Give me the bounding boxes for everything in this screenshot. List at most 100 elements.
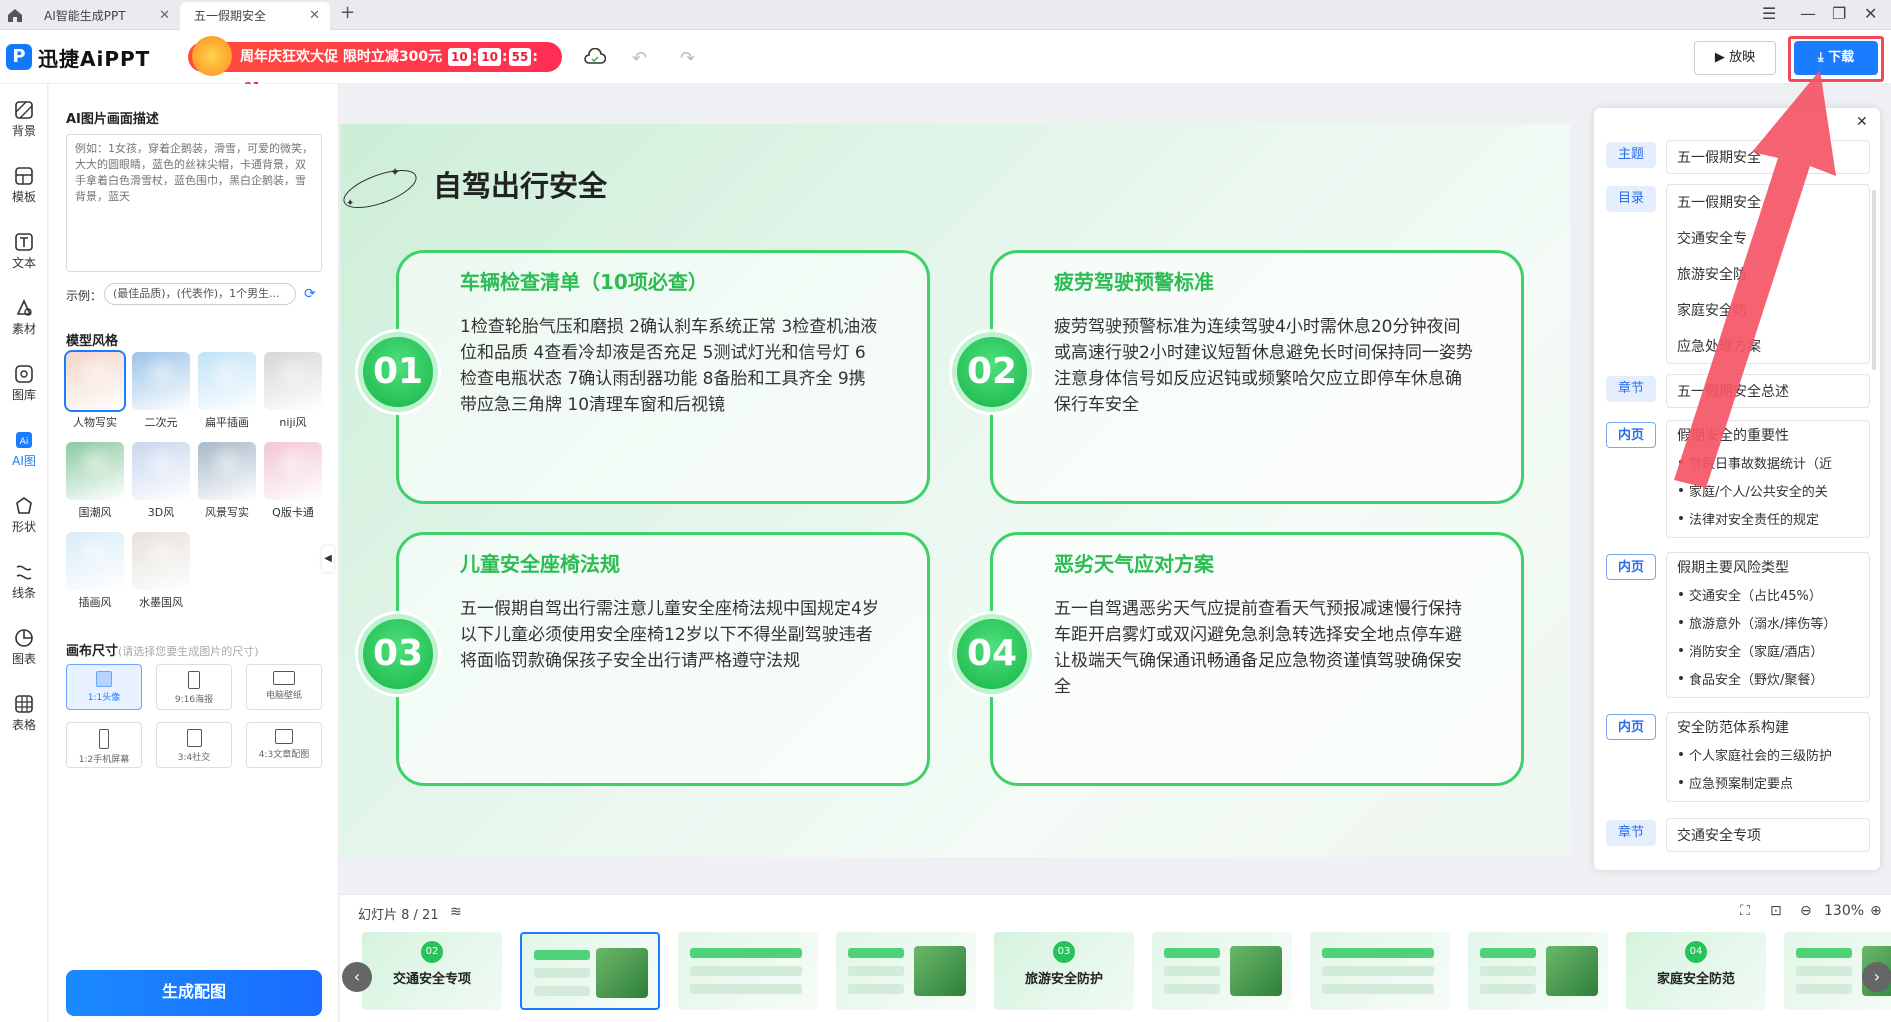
menu-icon[interactable]: ☰ [1762, 4, 1776, 23]
slide-thumbnail[interactable]: 04 家庭安全防范 [1626, 932, 1766, 1010]
slide-thumbnail[interactable] [1468, 932, 1608, 1010]
slide-thumbnail[interactable] [1152, 932, 1292, 1010]
undo-icon[interactable]: ↶ [632, 48, 647, 69]
style-thumb[interactable] [198, 352, 256, 410]
slide-thumbnail[interactable] [678, 932, 818, 1010]
outline-title[interactable]: 安全防范体系构建 [1667, 713, 1869, 743]
outline-scrollbar[interactable] [1872, 190, 1876, 370]
outline-bullet[interactable]: 法律对安全责任的规定 [1667, 507, 1869, 535]
download-button[interactable]: ⤓ 下载 [1794, 41, 1878, 75]
rail-background[interactable]: 背景 [0, 100, 48, 139]
card-body-text[interactable]: 1检查轮胎气压和磨损 2确认刹车系统正常 3检查机油液位和品质 4查看冷却液是否… [460, 314, 880, 418]
outline-entry[interactable]: 交通安全专项 [1666, 818, 1870, 852]
style-thumb[interactable] [198, 442, 256, 500]
close-icon[interactable]: ✕ [309, 2, 320, 30]
home-icon[interactable] [6, 6, 24, 24]
outline-title[interactable]: 假期主要风险类型 [1667, 553, 1869, 583]
slide-thumbnail[interactable] [836, 932, 976, 1010]
slide-thumbnail[interactable] [1310, 932, 1450, 1010]
card-title[interactable]: 恶劣天气应对方案 [1054, 548, 1214, 577]
outline-title[interactable]: 假期安全的重要性 [1667, 421, 1869, 451]
close-icon[interactable]: ✕ [159, 2, 170, 30]
style-thumb[interactable] [264, 442, 322, 500]
outline-bullet[interactable]: 个人家庭社会的三级防护 [1667, 743, 1869, 771]
tab-current-document[interactable]: 五一假期安全 ✕ [180, 2, 330, 30]
outline-toc-item[interactable]: 旅游安全防 [1667, 257, 1869, 293]
outline-entry[interactable]: 安全防范体系构建 个人家庭社会的三级防护 应急预案制定要点 [1666, 712, 1870, 802]
style-thumb[interactable] [264, 352, 322, 410]
rail-shape[interactable]: 形状 [0, 496, 48, 535]
size-option[interactable]: 4:3文章配图 [246, 722, 322, 768]
size-option[interactable]: 电脑壁纸 [246, 664, 322, 710]
collapse-panel-icon[interactable]: ◀ [322, 546, 334, 572]
cloud-sync-icon[interactable] [584, 48, 606, 66]
outline-toc-item[interactable]: 五一假期安全 [1667, 185, 1869, 221]
outline-bullet[interactable]: 应急预案制定要点 [1667, 771, 1869, 799]
tab-ai-ppt[interactable]: AI智能生成PPT ✕ [30, 2, 180, 30]
new-tab-icon[interactable]: + [340, 2, 355, 23]
refresh-icon[interactable]: ⟳ [304, 286, 316, 302]
style-thumb[interactable] [132, 532, 190, 590]
style-thumb[interactable] [66, 442, 124, 500]
size-option[interactable]: 1:1头像 [66, 664, 142, 710]
card-title[interactable]: 儿童安全座椅法规 [460, 548, 620, 577]
promo-banner[interactable]: 周年庆狂欢大促 限时立减300元 10:10:55:91 [188, 42, 562, 96]
slide-thumbnail[interactable] [520, 932, 660, 1010]
outline-entry[interactable]: 五一假期安全 [1666, 140, 1870, 174]
zoom-out-icon[interactable]: ⊖ [1800, 903, 1812, 919]
layers-icon[interactable]: ≋ [450, 904, 462, 920]
card-title[interactable]: 车辆检查清单（10项必查） [460, 266, 708, 295]
rail-line[interactable]: 线条 [0, 562, 48, 601]
style-thumb[interactable] [66, 532, 124, 590]
style-thumb[interactable] [132, 442, 190, 500]
rail-template[interactable]: 模板 [0, 166, 48, 205]
slide-title[interactable]: 自驾出行安全 [433, 163, 607, 205]
card-title[interactable]: 疲劳驾驶预警标准 [1054, 266, 1214, 295]
size-option[interactable]: 3:4社交 [156, 722, 232, 768]
next-slides-icon[interactable]: › [1862, 962, 1891, 992]
rail-gallery[interactable]: 图库 [0, 364, 48, 403]
window-close-icon[interactable]: ✕ [1864, 4, 1877, 23]
outline-bullet[interactable]: 家庭/个人/公共安全的关 [1667, 479, 1869, 507]
outline-title[interactable]: 五一假期安全总述 [1667, 375, 1869, 407]
outline-bullet[interactable]: 交通安全（占比45%） [1667, 583, 1869, 611]
size-option[interactable]: 9:16海报 [156, 664, 232, 710]
size-option[interactable]: 1:2手机屏幕 [66, 722, 142, 768]
outline-bullet[interactable]: 节假日事故数据统计（近 [1667, 451, 1869, 479]
rail-material[interactable]: 素材 [0, 298, 48, 337]
play-button[interactable]: ▶ 放映 [1694, 41, 1776, 75]
minimize-icon[interactable]: — [1800, 4, 1816, 23]
outline-entry[interactable]: 假期安全的重要性 节假日事故数据统计（近 家庭/个人/公共安全的关 法律对安全责任的规… [1666, 420, 1870, 538]
outline-entry[interactable]: 五一假期安全总述 [1666, 374, 1870, 408]
rail-text[interactable]: 文本 [0, 232, 48, 271]
fit-icon[interactable]: ⛶ [1740, 903, 1750, 919]
rail-chart[interactable]: 图表 [0, 628, 48, 667]
screenshot-icon[interactable]: ⊡ [1770, 903, 1782, 919]
outline-title[interactable]: 五一假期安全 [1667, 141, 1869, 173]
outline-toc-item[interactable]: 应急处理方案 [1667, 329, 1869, 363]
card-body-text[interactable]: 疲劳驾驶预警标准为连续驾驶4小时需休息20分钟夜间或高速行驶2小时建议短暂休息避… [1054, 314, 1474, 418]
close-icon[interactable]: ✕ [1856, 114, 1868, 130]
example-chip[interactable]: (最佳品质)，(代表作)，1个男生... [104, 283, 296, 305]
slide-thumbnail[interactable]: 03 旅游安全防护 [994, 932, 1134, 1010]
generate-image-button[interactable]: 生成配图 [66, 970, 322, 1016]
image-description-input[interactable] [66, 134, 322, 272]
restore-icon[interactable]: ❐ [1832, 4, 1846, 23]
outline-bullet[interactable]: 食品安全（野炊/聚餐） [1667, 667, 1869, 695]
slide-thumbnail[interactable]: 02 交通安全专项 [362, 932, 502, 1010]
outline-bullet[interactable]: 旅游意外（溺水/摔伤等） [1667, 611, 1869, 639]
prev-slides-icon[interactable]: ‹ [342, 962, 372, 992]
outline-bullet[interactable]: 消防安全（家庭/酒店） [1667, 639, 1869, 667]
outline-entry[interactable]: 假期主要风险类型 交通安全（占比45%） 旅游意外（溺水/摔伤等） 消防安全（家庭/酒… [1666, 552, 1870, 698]
zoom-level[interactable]: 130% [1824, 903, 1864, 919]
style-thumb[interactable] [66, 352, 124, 410]
outline-toc-item[interactable]: 家庭安全防 [1667, 293, 1869, 329]
outline-title[interactable]: 交通安全专项 [1667, 819, 1869, 851]
rail-ai-image[interactable]: Ai AI图 [0, 430, 48, 469]
outline-toc-item[interactable]: 交通安全专 [1667, 221, 1869, 257]
card-body-text[interactable]: 五一假期自驾出行需注意儿童安全座椅法规中国规定4岁以下儿童必须使用安全座椅12岁… [460, 596, 880, 674]
redo-icon[interactable]: ↷ [680, 48, 695, 69]
rail-table[interactable]: 表格 [0, 694, 48, 733]
card-body-text[interactable]: 五一自驾遇恶劣天气应提前查看天气预报减速慢行保持车距开启雾灯或双闪避免急刹急转选… [1054, 596, 1474, 700]
style-thumb[interactable] [132, 352, 190, 410]
